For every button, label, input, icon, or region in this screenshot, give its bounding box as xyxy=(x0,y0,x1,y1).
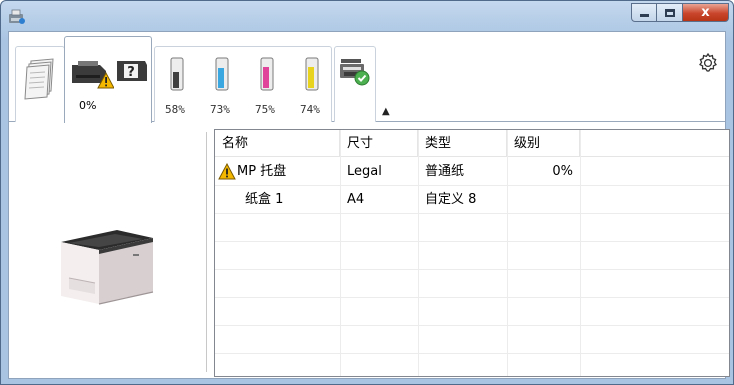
row-type: 普通纸 xyxy=(425,164,465,179)
row-divider xyxy=(215,241,729,242)
status-toolbar: ? 0% 58% 73% 75% 74% ▲ xyxy=(9,32,725,124)
device-settings-icon xyxy=(340,59,370,86)
collapse-toolbar-button[interactable]: ▲ xyxy=(382,106,390,117)
toner-yellow-level: 74% xyxy=(300,103,320,116)
toner-cartridge-icon xyxy=(215,57,229,91)
table-header: 名称 尺寸 类型 级别 xyxy=(215,130,729,157)
tab-status[interactable]: ? 0% xyxy=(64,36,152,123)
toner-cyan-level: 73% xyxy=(210,103,230,116)
row-size: A4 xyxy=(347,192,365,207)
column-size[interactable]: 尺寸 xyxy=(340,130,418,157)
row-divider xyxy=(215,353,729,354)
svg-text:?: ? xyxy=(127,65,135,80)
toner-cartridge-icon xyxy=(305,57,319,91)
printer-warning-icon xyxy=(72,61,114,89)
minimize-button[interactable] xyxy=(631,3,657,22)
row-type: 自定义 8 xyxy=(425,192,477,207)
help-icon: ? xyxy=(117,61,147,81)
row-name: MP 托盘 xyxy=(237,164,287,179)
maximize-button[interactable] xyxy=(657,3,683,22)
minimize-icon xyxy=(639,14,649,17)
caption-buttons: x xyxy=(631,3,729,23)
printer-status-window: x ? 0% 58% 73% 75% 74% ▲ 名称 尺寸 类型 级别 MP … xyxy=(0,0,734,385)
row-level xyxy=(507,186,573,213)
gear-icon[interactable] xyxy=(697,52,719,74)
warning-icon xyxy=(218,163,236,180)
toner-magenta xyxy=(260,57,274,91)
status-percent: 0% xyxy=(79,99,97,112)
toner-black xyxy=(170,57,184,91)
close-button[interactable]: x xyxy=(683,3,729,22)
tab-paper[interactable] xyxy=(15,46,65,122)
table-row[interactable]: 纸盒 1 A4 自定义 8 xyxy=(215,186,729,213)
title-bar[interactable]: x xyxy=(1,1,733,31)
toner-yellow xyxy=(305,57,319,91)
table-row[interactable]: MP 托盘 Legal 普通纸 0% xyxy=(215,158,729,185)
row-divider xyxy=(215,269,729,270)
tab-device[interactable] xyxy=(334,46,376,122)
row-name: 纸盒 1 xyxy=(245,192,284,207)
row-size: Legal xyxy=(347,164,382,179)
row-divider xyxy=(215,297,729,298)
maximize-icon xyxy=(664,8,675,17)
column-name[interactable]: 名称 xyxy=(215,130,340,157)
toner-black-level: 58% xyxy=(165,103,185,116)
device-preview-pane xyxy=(9,124,206,378)
tab-toner[interactable]: 58% 73% 75% 74% xyxy=(154,46,332,122)
toner-magenta-level: 75% xyxy=(255,103,275,116)
toner-cyan xyxy=(215,57,229,91)
paper-stack-icon xyxy=(24,58,54,100)
printer-image xyxy=(61,230,154,305)
row-divider xyxy=(215,213,729,214)
client-area: ? 0% 58% 73% 75% 74% ▲ 名称 尺寸 类型 级别 MP 托盘… xyxy=(8,31,730,379)
toner-cartridge-icon xyxy=(260,57,274,91)
column-type[interactable]: 类型 xyxy=(418,130,507,157)
toner-cartridge-icon xyxy=(170,57,184,91)
pane-splitter[interactable] xyxy=(206,132,208,372)
row-level: 0% xyxy=(552,164,573,179)
paper-source-table: 名称 尺寸 类型 级别 MP 托盘 Legal 普通纸 0% 纸盒 1 A4 自… xyxy=(214,129,730,377)
close-icon: x xyxy=(701,5,710,20)
app-icon[interactable] xyxy=(8,9,26,25)
column-level[interactable]: 级别 xyxy=(507,130,580,157)
row-divider xyxy=(215,325,729,326)
